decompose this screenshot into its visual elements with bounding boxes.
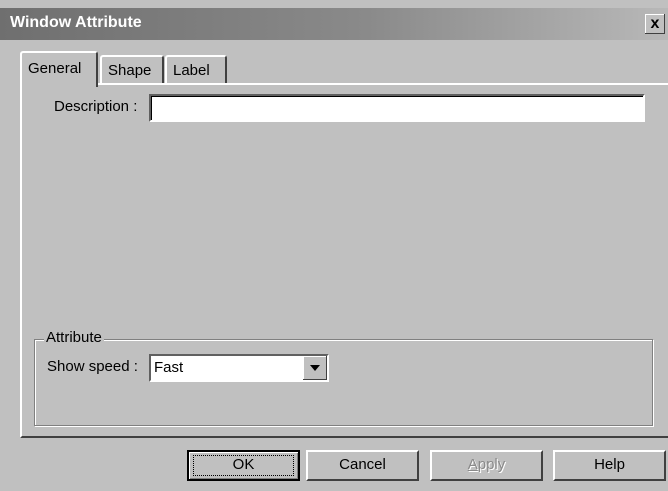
window-attribute-dialog: Window Attribute x General Shape Label D… [0,0,668,491]
tab-general[interactable]: General [20,51,98,87]
title-bar[interactable]: Window Attribute x [0,8,668,40]
tab-label[interactable]: Label [165,55,227,83]
apply-button-label: Apply [467,456,506,473]
close-icon: x [650,15,660,32]
cancel-button[interactable]: Cancel [306,450,419,481]
tab-shape[interactable]: Shape [100,55,164,83]
description-input[interactable] [149,94,645,122]
attribute-groupbox [34,339,653,426]
help-button[interactable]: Help [553,450,666,481]
cancel-button-label: Cancel [339,456,386,473]
attribute-group-label: Attribute [44,329,104,346]
show-speed-label: Show speed : [47,358,138,375]
help-button-label: Help [594,456,625,473]
show-speed-select[interactable]: Fast [149,354,329,382]
tab-general-label: General [28,60,82,77]
tab-label-label: Label [173,62,210,79]
ok-button[interactable]: OK [187,450,300,481]
description-label: Description : [54,98,138,115]
apply-button[interactable]: Apply [430,450,543,481]
tab-shape-label: Shape [108,62,152,79]
dropdown-arrow-icon[interactable] [303,356,327,380]
window-title: Window Attribute [10,14,142,31]
focus-rectangle [193,455,294,476]
show-speed-value: Fast [154,359,184,376]
close-button[interactable]: x [645,14,665,34]
